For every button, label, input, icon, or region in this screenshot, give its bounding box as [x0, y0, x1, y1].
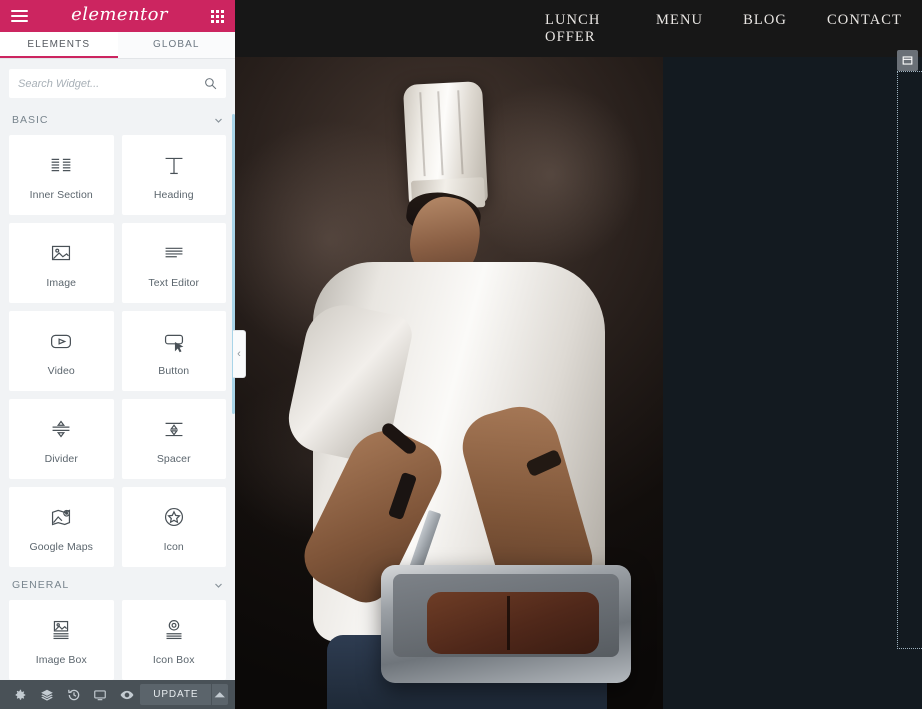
section-title-general: GENERAL [12, 579, 70, 591]
responsive-mode-icon[interactable] [87, 680, 114, 709]
image-box-icon [53, 620, 69, 639]
widget-label: Icon Box [152, 653, 195, 666]
widget-label: Spacer [156, 452, 191, 465]
content-column [663, 57, 922, 709]
widget-label: Image [46, 276, 77, 289]
elementor-logo: elementor [71, 4, 168, 25]
widget-divider[interactable]: Divider [9, 399, 114, 479]
nav-link-lunch-offer[interactable]: LUNCH OFFER [525, 12, 636, 46]
icon-box-icon [166, 619, 182, 639]
widget-label: Google Maps [29, 540, 94, 553]
widget-label: Text Editor [148, 276, 200, 289]
section-handle-icon [902, 56, 913, 65]
nav-links: LUNCH OFFER MENU BLOG CONTACT [525, 12, 922, 46]
editor-panel: elementor ELEMENTS GLOBAL BASIC [0, 0, 235, 709]
search-icon [205, 78, 217, 90]
widget-image[interactable]: Image [9, 223, 114, 303]
divider-icon [52, 419, 70, 438]
roast-meat [427, 592, 599, 654]
heading-icon [165, 157, 183, 174]
search-input[interactable] [18, 77, 204, 90]
widget-google-maps[interactable]: Google Maps [9, 487, 114, 567]
button-icon [164, 334, 184, 352]
history-revisions-icon[interactable] [60, 680, 87, 709]
chevron-down-icon [215, 118, 222, 123]
inner-section-icon [51, 158, 71, 171]
widget-grid-basic: Inner Section Heading Image Text Editor [0, 135, 235, 567]
widget-image-box[interactable]: Image Box [9, 600, 114, 680]
widget-text-editor[interactable]: Text Editor [121, 223, 226, 303]
video-icon [51, 334, 72, 348]
nav-link-blog[interactable]: BLOG [723, 12, 807, 46]
star-icon [164, 507, 183, 526]
widget-label: Divider [44, 452, 78, 465]
update-button-group: UPDATE [140, 684, 228, 705]
settings-gear-icon[interactable] [7, 680, 34, 709]
panel-footer: UPDATE [0, 680, 235, 709]
update-button[interactable]: UPDATE [140, 684, 211, 705]
image-icon [52, 245, 71, 260]
roasting-pan [381, 565, 631, 683]
nav-link-contact[interactable]: CONTACT [807, 12, 922, 46]
tab-global[interactable]: GLOBAL [117, 32, 235, 58]
search-widget-wrap [0, 59, 235, 102]
spacer-icon [165, 422, 183, 436]
caret-up-icon[interactable] [211, 684, 228, 705]
grid-apps-icon[interactable] [211, 9, 224, 23]
widget-inner-section[interactable]: Inner Section [9, 135, 114, 215]
widget-label: Heading [153, 188, 194, 201]
chevron-down-icon [215, 583, 222, 588]
tab-elements[interactable]: ELEMENTS [0, 32, 118, 58]
widget-label: Video [47, 364, 75, 377]
chef-hat [402, 81, 489, 207]
elementor-editor: elementor ELEMENTS GLOBAL BASIC [0, 0, 922, 709]
panel-tabs: ELEMENTS GLOBAL [0, 32, 235, 59]
widget-button[interactable]: Button [121, 311, 226, 391]
widget-icon[interactable]: Icon [121, 487, 226, 567]
section-handle[interactable] [897, 50, 918, 71]
section-header-basic[interactable]: BASIC [0, 102, 235, 135]
widget-icon-box[interactable]: Icon Box [121, 600, 226, 680]
widget-video[interactable]: Video [9, 311, 114, 391]
panel-header: elementor [0, 0, 235, 32]
search-box[interactable] [9, 69, 226, 98]
collapse-panel-button[interactable]: ‹ [233, 330, 246, 378]
widget-label: Image Box [35, 653, 87, 666]
google-maps-icon [52, 509, 71, 525]
site-navigation: LUNCH OFFER MENU BLOG CONTACT [235, 0, 922, 57]
nav-link-menu[interactable]: MENU [636, 12, 723, 46]
preview-canvas: LUNCH OFFER MENU BLOG CONTACT [235, 0, 922, 709]
widget-label: Button [158, 364, 190, 377]
preview-eye-icon[interactable] [114, 680, 141, 709]
widget-label: Inner Section [29, 188, 93, 201]
text-editor-icon [165, 247, 183, 257]
widget-heading[interactable]: Heading [121, 135, 226, 215]
hero-chef-photo [235, 57, 663, 709]
navigator-layers-icon[interactable] [34, 680, 61, 709]
chevron-left-icon: ‹ [237, 348, 241, 360]
section-title-basic: BASIC [12, 114, 49, 126]
section-header-general[interactable]: GENERAL [0, 567, 235, 600]
widget-label: Icon [163, 540, 184, 553]
widget-spacer[interactable]: Spacer [121, 399, 226, 479]
hamburger-icon[interactable] [11, 10, 28, 22]
